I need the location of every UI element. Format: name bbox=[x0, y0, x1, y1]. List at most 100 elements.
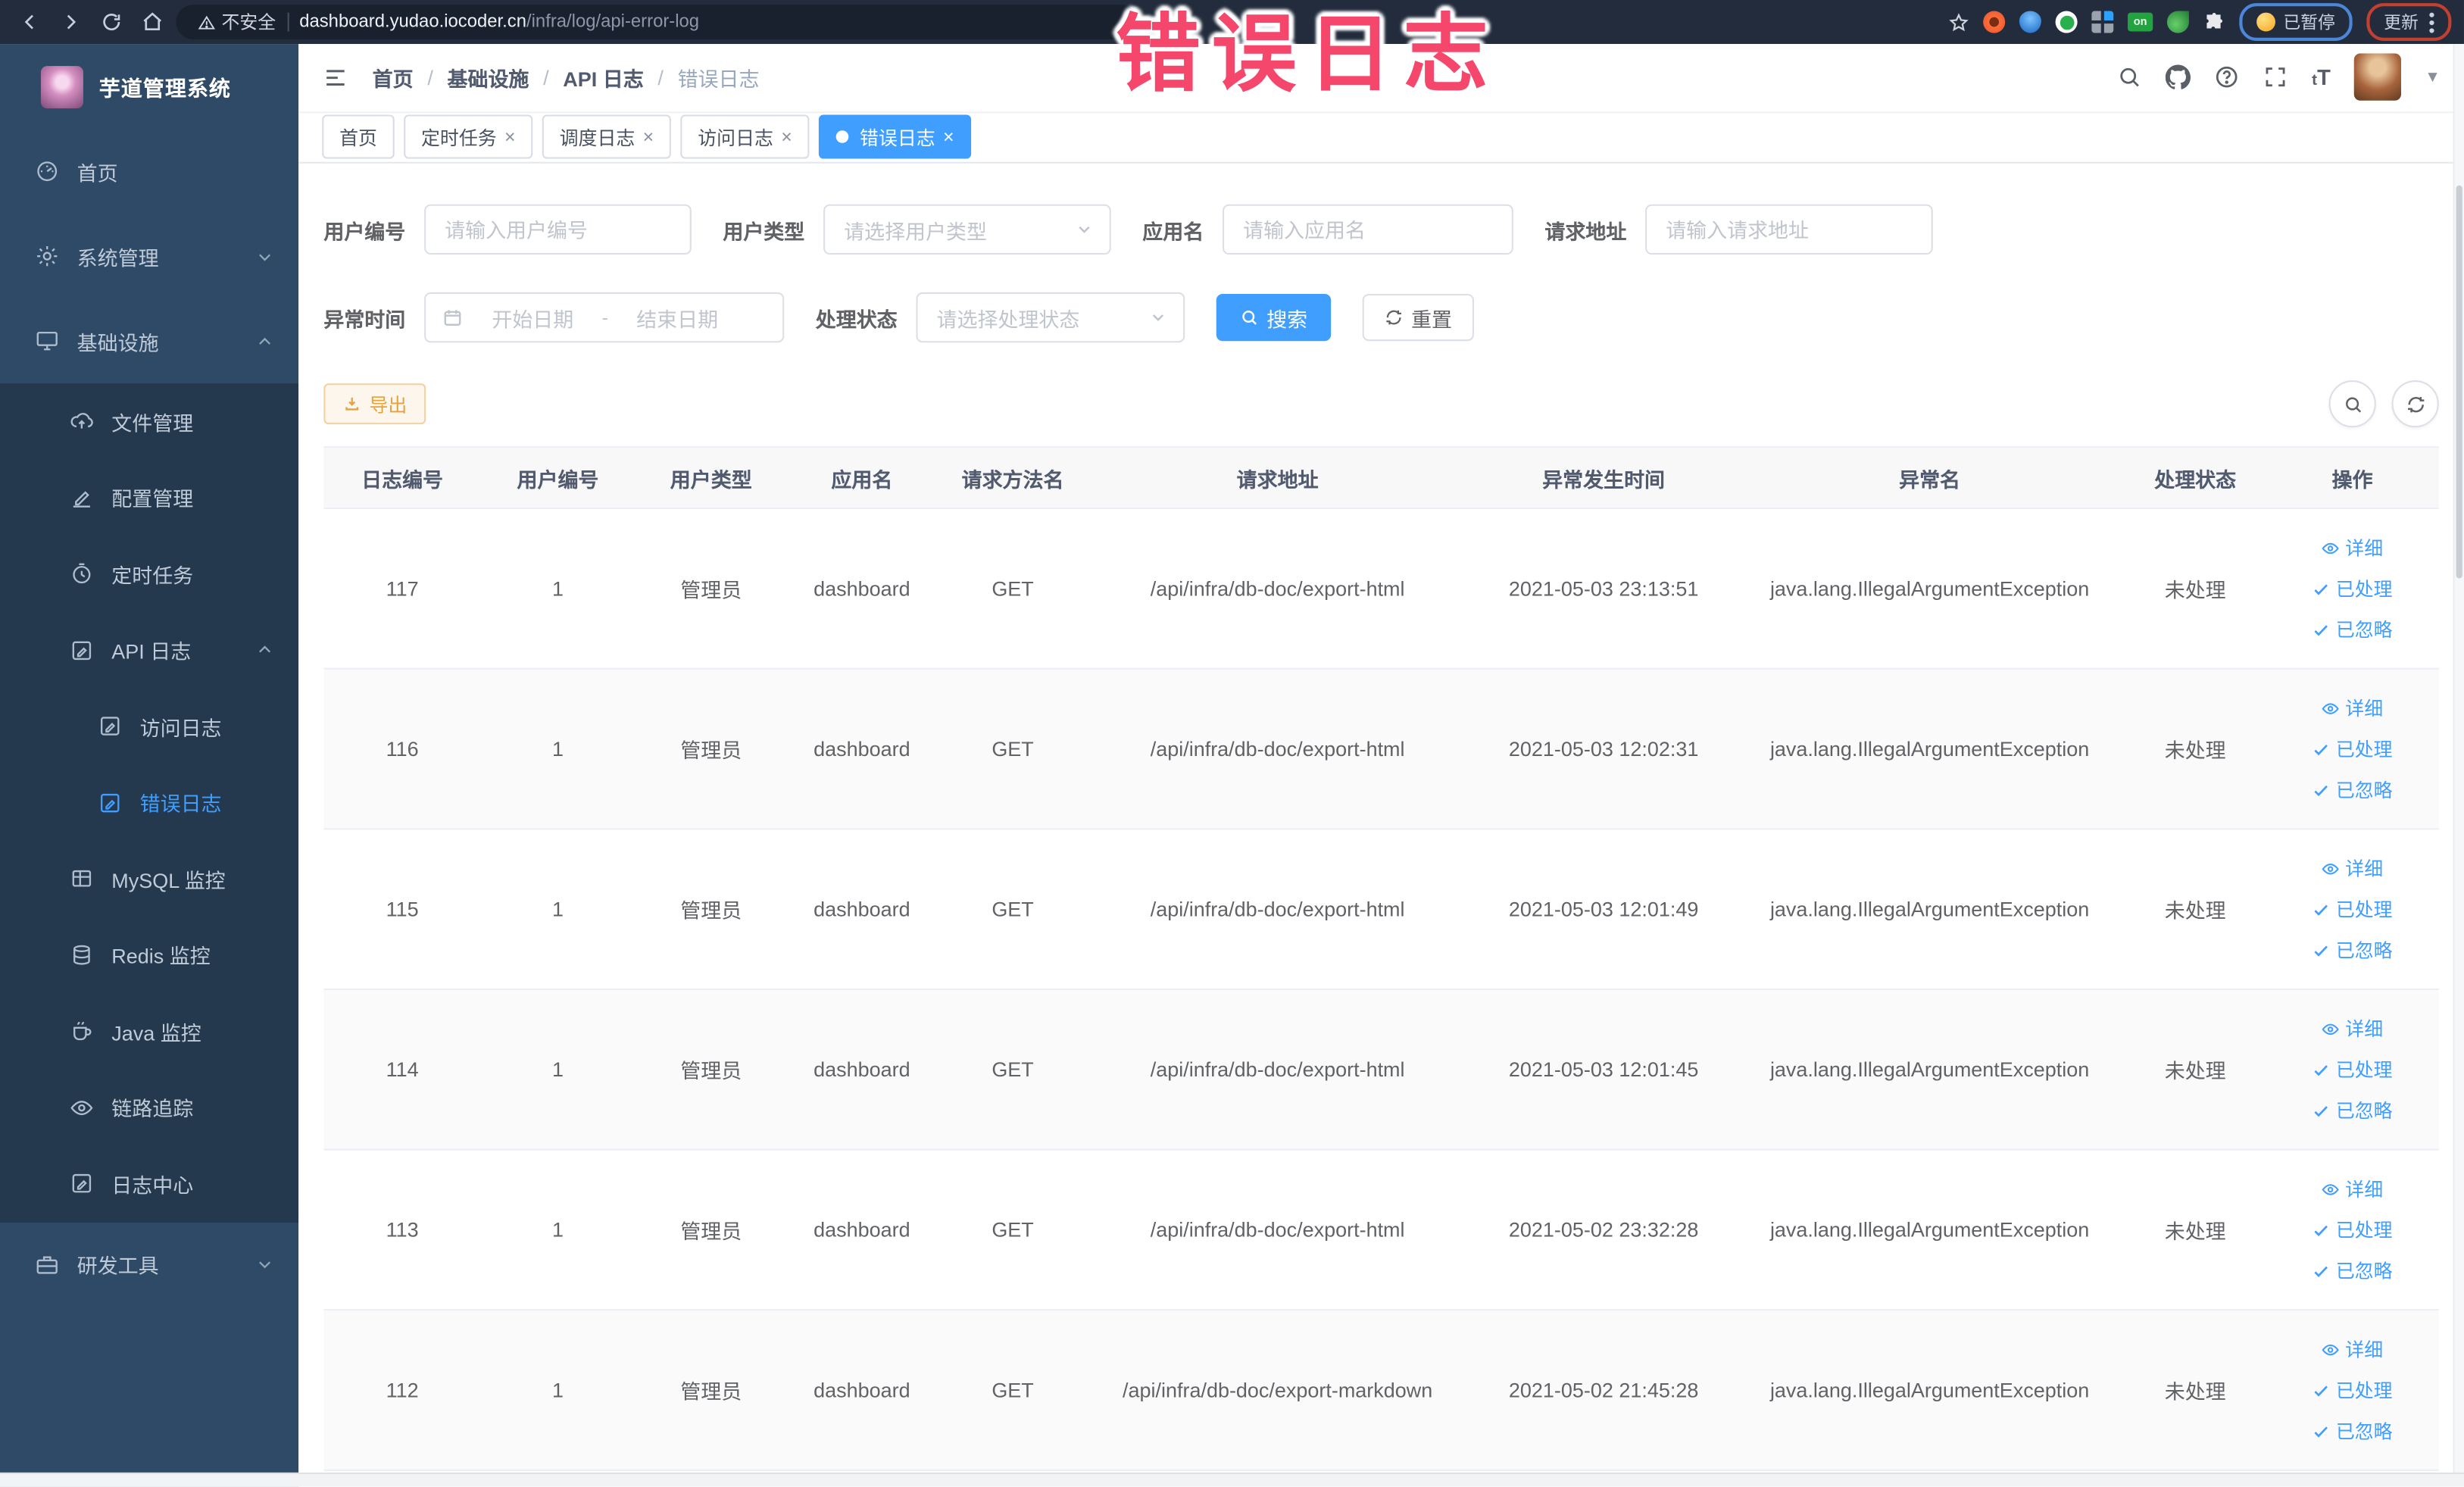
sidebar-item-config[interactable]: 配置管理 bbox=[0, 459, 299, 536]
user-type-select[interactable]: 请选择用户类型 bbox=[823, 204, 1111, 255]
date-end-placeholder: 结束日期 bbox=[636, 307, 719, 331]
cell-time: 2021-05-02 23:32:28 bbox=[1508, 1217, 1699, 1242]
breadcrumb-item[interactable]: API 日志 bbox=[563, 62, 643, 92]
tab-首页[interactable]: 首页 bbox=[322, 114, 395, 160]
paused-badge[interactable]: 已暂停 bbox=[2239, 3, 2353, 41]
back-button[interactable] bbox=[19, 11, 41, 33]
sidebar-item-error-log[interactable]: 错误日志 bbox=[0, 764, 299, 841]
menu-fold-icon[interactable] bbox=[322, 64, 348, 91]
sidebar-item-access-log[interactable]: 访问日志 bbox=[0, 688, 299, 765]
tab-调度日志[interactable]: 调度日志 × bbox=[542, 114, 672, 160]
sidebar-item-file[interactable]: 文件管理 bbox=[0, 383, 299, 460]
sidebar-item-home[interactable]: 首页 bbox=[0, 129, 298, 214]
extension-icon[interactable] bbox=[1983, 11, 2006, 33]
processed-link[interactable]: 已处理 bbox=[2313, 896, 2393, 923]
export-button[interactable]: 导出 bbox=[323, 383, 426, 425]
request-url-input[interactable] bbox=[1645, 204, 1933, 255]
ignored-link[interactable]: 已忽略 bbox=[2313, 1257, 2393, 1284]
sidebar-item-log-center[interactable]: 日志中心 bbox=[0, 1145, 299, 1223]
close-icon[interactable]: × bbox=[943, 127, 954, 148]
eye-icon bbox=[2322, 1179, 2341, 1198]
forward-button[interactable] bbox=[60, 11, 82, 33]
close-icon[interactable]: × bbox=[781, 127, 792, 148]
stack-icon bbox=[69, 942, 94, 967]
close-icon[interactable]: × bbox=[504, 127, 516, 148]
date-range-picker[interactable]: 开始日期 - 结束日期 bbox=[424, 292, 785, 343]
home-button[interactable] bbox=[142, 11, 164, 33]
eye-icon bbox=[2322, 1340, 2341, 1359]
detail-link[interactable]: 详细 bbox=[2322, 1015, 2383, 1042]
extension-on-badge[interactable]: on bbox=[2128, 12, 2153, 32]
extension-icon[interactable] bbox=[2019, 11, 2041, 33]
sidebar-logo[interactable]: 芋道管理系统 bbox=[0, 44, 298, 129]
processed-link[interactable]: 已处理 bbox=[2313, 1376, 2393, 1403]
help-icon[interactable] bbox=[2215, 65, 2240, 90]
detail-link[interactable]: 详细 bbox=[2322, 1176, 2383, 1202]
horizontal-scrollbar[interactable] bbox=[0, 1472, 2464, 1487]
ignored-link[interactable]: 已忽略 bbox=[2313, 1417, 2393, 1444]
sidebar-item-infra[interactable]: 基础设施 bbox=[0, 298, 298, 383]
processed-link[interactable]: 已处理 bbox=[2313, 736, 2393, 762]
emoji-icon bbox=[2256, 12, 2276, 32]
chevron-up-icon bbox=[256, 333, 273, 350]
sidebar-item-trace[interactable]: 链路追踪 bbox=[0, 1069, 299, 1146]
detail-link[interactable]: 详细 bbox=[2322, 534, 2383, 561]
sidebar-item-system[interactable]: 系统管理 bbox=[0, 214, 298, 298]
calendar-icon bbox=[442, 307, 464, 329]
reset-button[interactable]: 重置 bbox=[1362, 293, 1475, 342]
user-id-label: 用户编号 bbox=[323, 219, 406, 243]
ignored-link[interactable]: 已忽略 bbox=[2313, 776, 2393, 803]
sidebar-item-api-log[interactable]: API 日志 bbox=[0, 612, 299, 689]
processed-link[interactable]: 已处理 bbox=[2313, 1056, 2393, 1082]
vertical-scrollbar[interactable] bbox=[2453, 44, 2464, 1474]
extension-icon[interactable] bbox=[2166, 11, 2189, 33]
reload-button[interactable] bbox=[101, 11, 123, 33]
ignored-link[interactable]: 已忽略 bbox=[2313, 616, 2393, 642]
refresh-button[interactable] bbox=[2391, 380, 2439, 428]
processed-link[interactable]: 已处理 bbox=[2313, 1217, 2393, 1243]
app-name-input[interactable] bbox=[1223, 204, 1513, 255]
tab-错误日志[interactable]: 错误日志 × bbox=[819, 114, 972, 160]
process-status-select[interactable]: 请选择处理状态 bbox=[916, 292, 1185, 343]
extension-icon[interactable] bbox=[2091, 11, 2114, 33]
detail-link[interactable]: 详细 bbox=[2322, 695, 2383, 721]
caret-down-icon[interactable]: ▼ bbox=[2425, 69, 2441, 86]
table-row: 115 1 管理员 dashboard GET/api/infra/db-doc/exp… bbox=[323, 829, 2439, 990]
chevron-down-icon bbox=[256, 1256, 273, 1273]
search-button[interactable]: 搜索 bbox=[1216, 293, 1332, 342]
sidebar-item-redis[interactable]: Redis 监控 bbox=[0, 917, 299, 994]
fullscreen-icon[interactable] bbox=[2263, 65, 2288, 90]
tab-访问日志[interactable]: 访问日志 × bbox=[680, 114, 810, 160]
font-size-icon[interactable]: tT bbox=[2312, 65, 2331, 90]
search-icon[interactable] bbox=[2117, 65, 2142, 90]
extension-icon[interactable] bbox=[2055, 11, 2078, 33]
cell-user_type: 管理员 bbox=[680, 898, 742, 923]
detail-link[interactable]: 详细 bbox=[2322, 1335, 2383, 1362]
extensions-puzzle-icon[interactable] bbox=[2203, 11, 2225, 33]
url-bar[interactable]: 不安全 dashboard.yudao.iocoder.cn/infra/log… bbox=[176, 5, 1140, 39]
cell-method: GET bbox=[992, 736, 1034, 761]
detail-link[interactable]: 详细 bbox=[2322, 855, 2383, 882]
breadcrumb-item[interactable]: 首页 bbox=[373, 62, 414, 92]
breadcrumb-item[interactable]: 基础设施 bbox=[448, 62, 529, 92]
sidebar-item-devtools[interactable]: 研发工具 bbox=[0, 1222, 298, 1307]
user-avatar[interactable] bbox=[2353, 54, 2402, 102]
scrollbar-thumb[interactable] bbox=[2456, 185, 2462, 579]
github-icon[interactable] bbox=[2166, 65, 2191, 90]
close-icon[interactable]: × bbox=[643, 127, 654, 148]
cell-id: 112 bbox=[386, 1378, 419, 1402]
kebab-menu-icon[interactable] bbox=[2429, 11, 2434, 33]
sidebar-item-java[interactable]: Java 监控 bbox=[0, 993, 299, 1070]
update-button[interactable]: 更新 bbox=[2366, 3, 2452, 41]
bookmark-star-icon[interactable] bbox=[1949, 12, 1969, 33]
tab-定时任务[interactable]: 定时任务 × bbox=[404, 114, 533, 160]
cell-exception: java.lang.IllegalArgumentException bbox=[1769, 1378, 2090, 1402]
toggle-search-button[interactable] bbox=[2328, 380, 2376, 428]
cell-app_name: dashboard bbox=[814, 1378, 910, 1402]
sidebar-item-mysql[interactable]: MySQL 监控 bbox=[0, 840, 299, 917]
user-id-input[interactable] bbox=[424, 204, 692, 255]
sidebar-item-job[interactable]: 定时任务 bbox=[0, 536, 299, 613]
ignored-link[interactable]: 已忽略 bbox=[2313, 936, 2393, 963]
processed-link[interactable]: 已处理 bbox=[2313, 575, 2393, 601]
ignored-link[interactable]: 已忽略 bbox=[2313, 1097, 2393, 1123]
